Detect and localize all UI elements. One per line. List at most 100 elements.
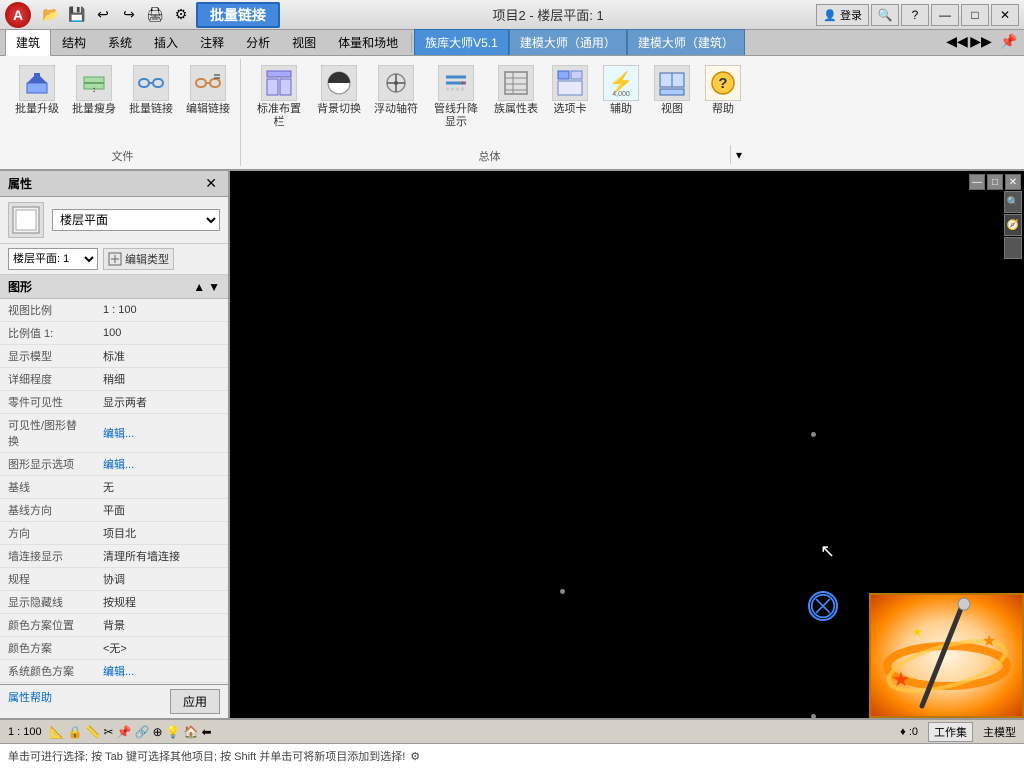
- command-text: 单击可进行选择; 按 Tab 键可选择其他项目; 按 Shift 并单击可将新项…: [8, 748, 405, 764]
- undo-button[interactable]: ↩: [92, 4, 114, 26]
- tab-modeler-arch[interactable]: 建模大师（建筑）: [627, 29, 745, 55]
- canvas-dot-2: [811, 714, 816, 718]
- bg-switch-label: 背景切换: [317, 103, 361, 116]
- canvas-circle-symbol: [808, 591, 838, 621]
- file-buttons: 批量升级 ↕ 批量瘦身 批量链接 编辑链接: [10, 61, 235, 145]
- batch-upgrade-label: 批量升级: [15, 103, 59, 116]
- tab-massing[interactable]: 体量和场地: [327, 29, 409, 55]
- view-icon: [654, 65, 690, 101]
- status-icon-5[interactable]: 📌: [117, 725, 132, 739]
- batch-slim-button[interactable]: ↕ 批量瘦身: [67, 61, 121, 120]
- family-table-button[interactable]: 族属性表: [489, 61, 543, 120]
- login-button[interactable]: 👤 登录: [816, 4, 869, 26]
- tab-architecture[interactable]: 建筑: [5, 29, 51, 56]
- tab-system[interactable]: 系统: [97, 29, 143, 55]
- prop-row-sys-color: 系统颜色方案编辑...: [0, 660, 228, 683]
- prop-row-hidden-lines: 显示隐藏线按规程: [0, 591, 228, 614]
- status-icon-7[interactable]: ⊕: [152, 725, 162, 739]
- svg-text:4,000: 4,000: [612, 91, 630, 97]
- properties-close-button[interactable]: ✕: [202, 175, 220, 192]
- question-button[interactable]: ?: [901, 4, 929, 26]
- prop-type-row: 楼层平面: [0, 197, 228, 244]
- canvas-view-cube-btn[interactable]: [1004, 237, 1022, 259]
- panel-control-next[interactable]: ▶▶: [970, 30, 992, 52]
- prop-apply-button[interactable]: 应用: [170, 689, 220, 714]
- tab-options-icon: [552, 65, 588, 101]
- prop-row-discipline: 规程协调: [0, 568, 228, 591]
- canvas-zoom-btn[interactable]: 🔍: [1004, 191, 1022, 213]
- prop-bottom: 属性帮助 应用: [0, 684, 228, 718]
- status-icon-4[interactable]: ✂: [104, 725, 114, 739]
- prop-scroll-area[interactable]: 视图比例1 : 100 比例值 1:100 显示模型标准 详细程度稍细 零件可见…: [0, 299, 228, 684]
- canvas-restore-btn[interactable]: □: [987, 174, 1003, 190]
- search-button[interactable]: 🔍: [871, 4, 899, 26]
- section-collapse-up[interactable]: ▲: [193, 280, 205, 294]
- minimize-button[interactable]: —: [931, 4, 959, 26]
- std-layout-button[interactable]: 标准布置栏: [249, 61, 309, 133]
- tab-options-button[interactable]: 选项卡: [546, 61, 594, 120]
- print-button[interactable]: 🖨: [144, 4, 166, 26]
- restore-button[interactable]: □: [961, 4, 989, 26]
- pipe-display-button[interactable]: 管线升降显示: [426, 61, 486, 133]
- status-icon-3[interactable]: 📏: [86, 725, 101, 739]
- graphics-disp-edit-link[interactable]: 编辑...: [103, 459, 134, 471]
- open-button[interactable]: 📂: [40, 4, 62, 26]
- main-group-dropdown[interactable]: ▾: [731, 145, 747, 164]
- bg-switch-button[interactable]: 背景切换: [312, 61, 366, 120]
- save-button[interactable]: 💾: [66, 4, 88, 26]
- sys-color-edit-link[interactable]: 编辑...: [103, 666, 134, 678]
- edit-link-button[interactable]: 编辑链接: [181, 61, 235, 120]
- prop-edit-type-button[interactable]: 编辑类型: [103, 248, 174, 270]
- tab-modeler-general[interactable]: 建模大师（通用）: [509, 29, 627, 55]
- prop-help-link[interactable]: 属性帮助: [8, 689, 52, 714]
- properties-panel: 属性 ✕ 楼层平面 楼层平面: 1 编辑类型 图形 ▲ ▼: [0, 171, 230, 718]
- tab-view[interactable]: 视图: [281, 29, 327, 55]
- app-logo: A: [5, 2, 31, 28]
- help-button[interactable]: ? 帮助: [699, 61, 747, 120]
- batch-link-button[interactable]: 批量链接: [124, 61, 178, 120]
- redo-button[interactable]: ↪: [118, 4, 140, 26]
- view-btn-label: 视图: [661, 103, 683, 116]
- prop-view-row: 楼层平面: 1 编辑类型: [0, 244, 228, 275]
- panel-control-prev[interactable]: ◀◀: [946, 30, 968, 52]
- float-axis-label: 浮动轴符: [374, 103, 418, 116]
- title-bar-left: A 📂 💾 ↩ ↪ 🖨 ⚙ 批量链接: [5, 2, 280, 28]
- status-icon-9[interactable]: 🏠: [183, 725, 198, 739]
- ribbon-content: 批量升级 ↕ 批量瘦身 批量链接 编辑链接 文件: [0, 56, 1024, 171]
- tab-family-lib[interactable]: 族库大师V5.1: [414, 29, 509, 55]
- status-icon-1[interactable]: 📐: [50, 725, 65, 739]
- tab-divider: [411, 33, 412, 53]
- status-icon-2[interactable]: 🔒: [68, 725, 83, 739]
- panel-collapse[interactable]: 📌: [994, 30, 1024, 52]
- prop-row-part-vis: 零件可见性显示两者: [0, 391, 228, 414]
- tab-structure[interactable]: 结构: [51, 29, 97, 55]
- close-button[interactable]: ✕: [991, 4, 1019, 26]
- prop-type-select[interactable]: 楼层平面: [52, 209, 220, 231]
- canvas-cursor: ↖: [820, 541, 835, 562]
- batch-upgrade-button[interactable]: 批量升级: [10, 61, 64, 120]
- batch-link-highlight-button[interactable]: 批量链接: [196, 2, 280, 28]
- prop-view-select[interactable]: 楼层平面: 1: [8, 248, 98, 270]
- workspace: 属性 ✕ 楼层平面 楼层平面: 1 编辑类型 图形 ▲ ▼: [0, 171, 1024, 718]
- status-icon-8[interactable]: 💡: [166, 725, 181, 739]
- assist-button[interactable]: ⚡ 4,000 辅助: [597, 61, 645, 120]
- tab-annotate[interactable]: 注释: [189, 29, 235, 55]
- canvas-minimize-btn[interactable]: —: [969, 174, 985, 190]
- canvas-close-btn[interactable]: ✕: [1005, 174, 1021, 190]
- settings-button[interactable]: ⚙: [170, 4, 192, 26]
- pipe-display-icon: [438, 65, 474, 101]
- tab-analyze[interactable]: 分析: [235, 29, 281, 55]
- properties-header: 属性 ✕: [0, 171, 228, 197]
- status-icon-6[interactable]: 🔗: [135, 725, 150, 739]
- tab-insert[interactable]: 插入: [143, 29, 189, 55]
- workset-button[interactable]: 工作集: [928, 722, 973, 742]
- status-icon-10[interactable]: ⬅: [201, 725, 211, 739]
- float-axis-button[interactable]: 浮动轴符: [369, 61, 423, 120]
- section-collapse-down[interactable]: ▼: [208, 280, 220, 294]
- svg-text:★: ★: [982, 633, 996, 650]
- view-button[interactable]: 视图: [648, 61, 696, 120]
- vis-graphics-edit-link[interactable]: 编辑...: [103, 428, 134, 440]
- section-label: 图形: [8, 278, 32, 295]
- canvas-steering-btn[interactable]: 🧭: [1004, 214, 1022, 236]
- canvas-dot-1: [811, 432, 816, 437]
